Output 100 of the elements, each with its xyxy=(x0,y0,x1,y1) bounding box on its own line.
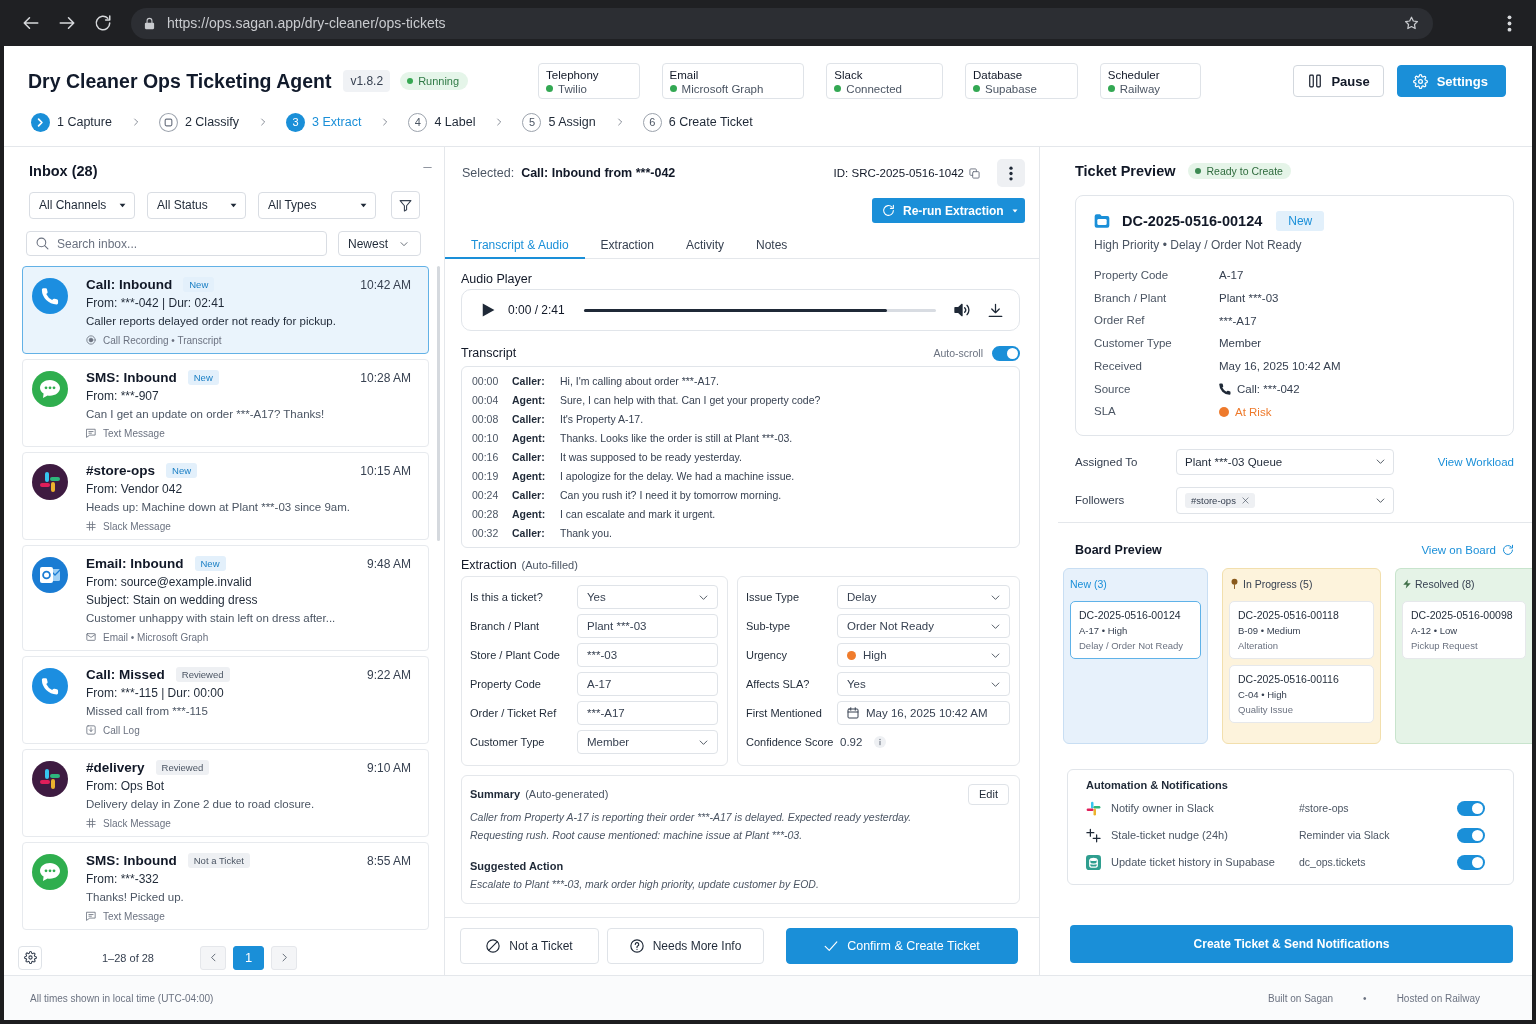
item-sender: From: Vendor 042 xyxy=(86,481,184,498)
integration-value: Twilio xyxy=(558,82,587,95)
step-label[interactable]: 3 Extract xyxy=(312,115,362,129)
settings-button[interactable]: Settings xyxy=(1396,65,1506,97)
transcript-text: It's Property A-17. xyxy=(560,412,644,425)
chevron-right-icon xyxy=(259,118,268,126)
speaker-label: Caller: xyxy=(512,526,546,539)
timestamp: 00:16 xyxy=(472,450,500,463)
tab[interactable]: Activity xyxy=(669,232,740,259)
star-icon[interactable] xyxy=(1404,15,1419,31)
footer-text: • xyxy=(1363,992,1367,1004)
select-field[interactable]: Yes xyxy=(837,672,1010,696)
item-sender: From: ***-907 xyxy=(86,388,160,405)
tab[interactable]: Transcript & Audio xyxy=(445,232,585,259)
select-field[interactable]: High xyxy=(837,643,1010,667)
tab[interactable]: Notes xyxy=(740,232,804,259)
sort-select[interactable]: Newest xyxy=(338,231,421,256)
section-title: Audio Player xyxy=(461,271,533,287)
transcript-text: It was supposed to be ready yesterday. xyxy=(560,450,742,463)
ticket-card[interactable]: DC-2025-0516-00118 B-09 • Medium Alteration xyxy=(1229,600,1374,659)
volume-icon[interactable] xyxy=(954,302,970,318)
select-field[interactable]: Yes xyxy=(577,585,718,609)
address-bar[interactable]: https://ops.sagan.app/dry-cleaner/ops-tickets xyxy=(131,7,1433,39)
date-field[interactable]: May 16, 2025 10:42 AM xyxy=(837,701,1010,725)
step-label[interactable]: 1 Capture xyxy=(57,115,112,129)
toggle-switch[interactable] xyxy=(992,345,1020,361)
inbox-item[interactable]: Call: Inbound New 10:42 AM From: ***-042 | Dur: 02:41 Caller reports delayed order not ready for pickup. Call Recording • Transcript xyxy=(22,266,429,354)
select-field[interactable]: Member xyxy=(577,730,718,754)
ticket-card[interactable]: DC-2025-0516-00116 C-04 • High Quality Issue xyxy=(1229,664,1374,723)
back-arrow-icon[interactable] xyxy=(22,14,40,32)
inbox-item[interactable]: Call: Missed Reviewed 9:22 AM From: ***-115 | Dur: 00:00 Missed call from ***-115 Call Log xyxy=(22,656,429,744)
field-value: ***-A17 xyxy=(1219,314,1257,327)
filter-select[interactable]: All Status xyxy=(147,191,246,219)
view-workload-link[interactable]: View Workload xyxy=(1437,455,1514,468)
step-label[interactable]: 2 Classify xyxy=(184,115,240,129)
mail-icon xyxy=(86,632,96,642)
item-subject: Subject: Stain on wedding dress xyxy=(86,592,259,609)
inbox-item[interactable]: SMS: Inbound New 10:28 AM From: ***-907 Can I get an update on order ***-A17? Thanks! Text Message xyxy=(22,359,429,447)
more-vertical-icon[interactable] xyxy=(1507,14,1512,32)
text-field[interactable]: A-17 xyxy=(577,672,718,696)
filter-select[interactable]: All Channels xyxy=(29,191,135,219)
footer-text: Built on Sagan xyxy=(1268,992,1334,1004)
confirm-button[interactable]: Confirm & Create Ticket xyxy=(786,928,1018,964)
scrollbar-thumb[interactable] xyxy=(437,266,440,541)
more-info-button[interactable]: Needs More Info xyxy=(607,928,764,964)
chevron-down-icon xyxy=(991,592,1000,602)
create-ticket-button[interactable]: Create Ticket & Send Notifications xyxy=(1070,925,1513,963)
assignee-select[interactable]: Plant ***-03 Queue xyxy=(1176,448,1394,475)
field-value: Member xyxy=(1219,337,1262,350)
integration-name: Email xyxy=(669,68,700,81)
toggle-switch[interactable] xyxy=(1457,854,1485,870)
select-field[interactable]: Order Not Ready xyxy=(837,614,1010,638)
square-circle-icon xyxy=(158,112,178,132)
phone-icon xyxy=(32,278,68,314)
speaker-label: Agent: xyxy=(512,469,547,482)
filter-select[interactable]: All Types xyxy=(258,191,376,219)
toggle-switch[interactable] xyxy=(1457,827,1485,843)
step-label[interactable]: 5 Assign xyxy=(548,115,596,129)
play-icon[interactable] xyxy=(481,303,495,317)
view-on-board-link[interactable]: View on Board xyxy=(1421,543,1514,556)
remove-icon[interactable] xyxy=(1241,496,1249,504)
step-label[interactable]: 4 Label xyxy=(434,115,476,129)
filter-button[interactable] xyxy=(391,191,420,219)
rerun-extraction-button[interactable]: Re-run Extraction xyxy=(872,198,1025,223)
ticket-card[interactable]: DC-2025-0516-00124 A-17 • High Delay / Order Not Ready xyxy=(1070,600,1201,659)
select-field[interactable]: Delay xyxy=(837,585,1010,609)
page-button[interactable]: 1 xyxy=(233,945,264,970)
step-label[interactable]: 6 Create Ticket xyxy=(668,115,753,129)
item-title: SMS: Inbound xyxy=(86,370,177,385)
edit-button[interactable]: Edit xyxy=(968,783,1009,805)
text-field[interactable]: ***-A17 xyxy=(577,701,718,725)
settings-button[interactable] xyxy=(18,945,42,970)
chevron-down-icon xyxy=(699,737,708,747)
reload-icon[interactable] xyxy=(94,14,112,32)
search-field[interactable]: Search inbox... xyxy=(26,231,327,256)
ticket-id: DC-2025-0516-00124 xyxy=(1122,213,1263,229)
followers-select[interactable]: #store-ops xyxy=(1176,486,1394,514)
ticket-card[interactable]: DC-2025-0516-00098 A-12 • Low Pickup Request xyxy=(1402,600,1526,659)
lock-icon xyxy=(143,16,156,30)
version-badge: v1.8.2 xyxy=(343,70,391,92)
bolt-icon xyxy=(1402,578,1412,589)
ticket-meta: C-04 • High xyxy=(1238,688,1287,700)
copy-icon[interactable] xyxy=(969,167,980,179)
inbox-item[interactable]: #delivery Reviewed 9:10 AM From: Ops Bot Delivery delay in Zone 2 due to road closure. Slack Message xyxy=(22,749,429,837)
follower-chip[interactable]: #store-ops xyxy=(1185,492,1255,508)
inbox-item[interactable]: SMS: Inbound Not a Ticket 8:55 AM From: ***-332 Thanks! Picked up. Text Message xyxy=(22,842,429,930)
download-icon[interactable] xyxy=(988,302,1003,318)
toggle-switch[interactable] xyxy=(1457,800,1485,816)
text-field[interactable]: ***-03 xyxy=(577,643,718,667)
forward-arrow-icon[interactable] xyxy=(58,14,76,32)
not-ticket-button[interactable]: Not a Ticket xyxy=(460,928,599,964)
ticket-id: DC-2025-0516-00118 xyxy=(1238,608,1339,621)
field-label: Followers xyxy=(1075,494,1126,507)
field-label: Store / Plant Code xyxy=(470,649,561,661)
inbox-item[interactable]: #store-ops New 10:15 AM From: Vendor 042 Heads up: Machine down at Plant ***-03 since 9am. Slack Message xyxy=(22,452,429,540)
pause-button[interactable]: Pause xyxy=(1293,65,1384,97)
text-field[interactable]: Plant ***-03 xyxy=(577,614,718,638)
tab[interactable]: Extraction xyxy=(584,232,670,259)
inbox-item[interactable]: Email: Inbound New 9:48 AM From: source@example.invalid Subject: Stain on wedding dress Customer unhappy with stain left on dress after... Email • Microsoft Graph xyxy=(22,545,429,651)
more-button[interactable] xyxy=(997,159,1025,187)
